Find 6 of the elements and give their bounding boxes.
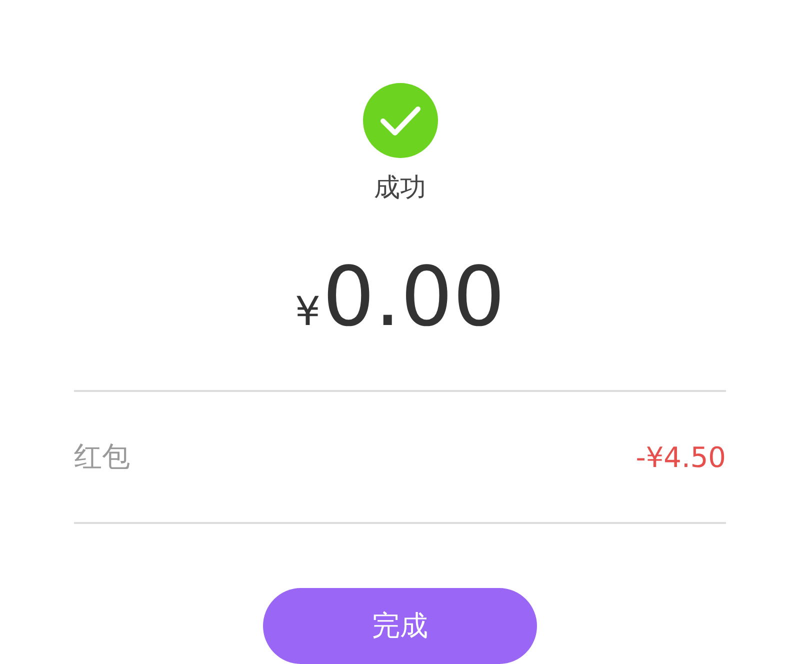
detail-value: -¥4.50 [636,440,726,474]
done-button[interactable]: 完成 [263,588,537,664]
currency-symbol: ¥ [294,289,320,335]
amount-value: 0.00 [322,249,506,347]
detail-label: 红包 [74,439,130,475]
status-text: 成功 [374,172,426,205]
